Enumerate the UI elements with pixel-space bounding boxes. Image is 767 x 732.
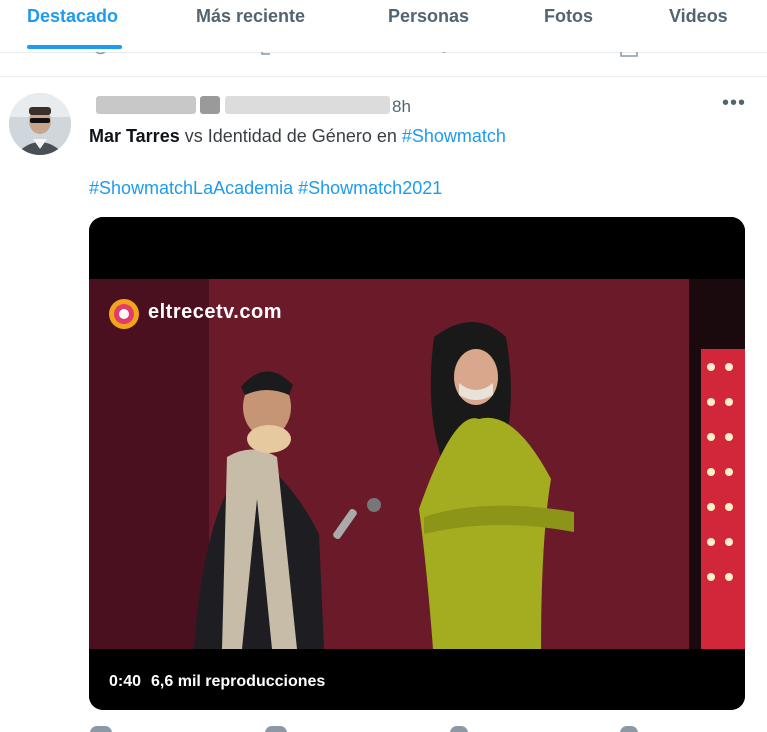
blurred-handle xyxy=(225,96,390,114)
blurred-display-name xyxy=(96,96,196,114)
avatar-image xyxy=(9,93,71,155)
tweet-actions xyxy=(85,722,645,732)
retweet-icon[interactable] xyxy=(261,52,270,55)
tab-fotos[interactable]: Fotos xyxy=(544,6,593,27)
video-duration: 0:40 xyxy=(109,673,142,690)
tab-destacado[interactable]: Destacado xyxy=(27,6,118,27)
tab-personas[interactable]: Personas xyxy=(388,6,469,27)
like-icon[interactable] xyxy=(450,726,468,732)
tweet-timestamp[interactable]: 8h xyxy=(392,97,411,117)
reply-icon[interactable] xyxy=(93,52,107,55)
tab-videos[interactable]: Videos xyxy=(669,6,728,27)
video-views: 6,6 mil reproducciones xyxy=(151,673,326,690)
previous-tweet-action-icons xyxy=(93,52,638,57)
tweet-text: vs Identidad de Género en xyxy=(179,126,402,146)
video-watermark: eltrecetv.com xyxy=(148,301,282,323)
tweet-text-line-2: #ShowmatchLaAcademia #Showmatch2021 xyxy=(89,178,442,199)
tab-mas-reciente[interactable]: Más reciente xyxy=(196,6,305,27)
blurred-display-name-part xyxy=(200,96,220,114)
active-tab-indicator xyxy=(27,45,122,49)
hashtag-link[interactable]: #ShowmatchLaAcademia xyxy=(89,178,293,198)
hashtag-link[interactable]: #Showmatch2021 xyxy=(298,178,442,198)
more-horizontal-icon[interactable]: ••• xyxy=(722,92,746,115)
tweet-text-line-1: Mar Tarres vs Identidad de Género en #Sh… xyxy=(89,126,506,147)
previous-tweet-actions xyxy=(0,52,767,77)
search-tabs: Destacado Más reciente Personas Fotos Vi… xyxy=(0,0,767,53)
share-icon[interactable] xyxy=(620,52,638,57)
retweet-icon[interactable] xyxy=(265,726,287,732)
hashtag-link[interactable]: #Showmatch xyxy=(402,126,506,146)
mentioned-name: Mar Tarres xyxy=(89,126,180,146)
share-icon[interactable] xyxy=(620,726,638,732)
eltrece-logo-icon xyxy=(109,299,139,329)
video-meta: 0:40 6,6 mil reproducciones xyxy=(109,673,335,691)
video-frame xyxy=(89,217,745,710)
video-player[interactable]: 0:40 6,6 mil reproducciones xyxy=(89,217,745,710)
avatar[interactable] xyxy=(9,93,71,155)
reply-icon[interactable] xyxy=(90,726,112,732)
